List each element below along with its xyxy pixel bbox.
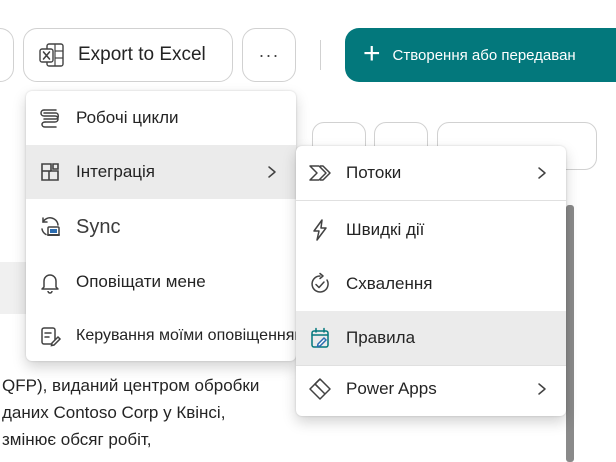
workflow-icon [37,105,63,131]
menu-item-label: Робочі цикли [76,108,179,127]
submenu-item-label: Схвалення [346,274,433,293]
manage-alerts-icon [37,323,63,349]
menu-item-label: Оповіщати мене [76,272,206,291]
submenu-item-approvals[interactable]: Схвалення [296,257,566,311]
chevron-right-icon [538,167,546,179]
integration-icon [37,159,63,185]
excel-icon [39,43,64,67]
submenu-item-power-apps[interactable]: Power Apps [296,362,566,416]
menu-item-label: Керування моїми оповіщеннями [76,327,315,344]
menu-item-integration[interactable]: Інтеграція [26,145,296,199]
more-options-menu: Робочі цикли Інтеграція Sync Оповіщати м… [26,91,314,363]
toolbar-divider [320,40,321,70]
menu-item-manage-alerts[interactable]: Керування моїми оповіщеннями [26,309,314,363]
create-button-label: Створення або передаван [392,46,576,64]
lightning-icon [307,217,333,243]
description-line: даних Contoso Corp у Квінсі, [2,403,226,422]
menu-item-label: Інтеграція [76,162,155,181]
more-options-icon: ··· [258,45,280,65]
description-line: QFP), виданий центром обробки [2,376,260,395]
export-to-excel-button[interactable]: Export to Excel [23,28,233,82]
submenu-item-quick-steps[interactable]: Швидкі дії [296,203,566,257]
plus-icon: + [363,36,381,70]
submenu-item-flows[interactable]: Потоки [296,146,566,200]
toolbar-partial-button[interactable] [0,28,14,82]
chevron-right-icon [268,166,276,178]
app-window: Export to Excel ··· + Створення або пере… [0,0,616,462]
submenu-item-label: Швидкі дії [346,220,425,239]
menu-item-label: Sync [76,215,121,238]
approvals-icon [307,271,333,297]
power-apps-icon [307,376,333,402]
menu-divider [296,200,566,201]
integration-submenu: Потоки Швидкі дії Схвалення Правила Powe… [296,146,566,416]
submenu-item-label: Потоки [346,163,402,182]
description-line: змінює обсяг робіт, [2,430,152,449]
submenu-item-rules[interactable]: Правила [296,311,566,365]
bell-icon [37,269,63,295]
chevron-right-icon [538,383,546,395]
submenu-item-label: Правила [346,328,416,347]
create-or-upload-button[interactable]: + Створення або передаван [345,28,616,82]
rules-icon [307,325,333,351]
item-description: QFP), виданий центром обробки даних Cont… [2,372,302,453]
menu-item-workflows[interactable]: Робочі цикли [26,91,296,145]
sync-icon [37,214,63,240]
power-automate-icon [307,160,333,186]
export-button-label: Export to Excel [78,44,206,65]
scrollbar[interactable] [566,205,574,462]
more-options-button[interactable]: ··· [242,28,296,82]
menu-item-alert-me[interactable]: Оповіщати мене [26,255,296,309]
menu-item-sync[interactable]: Sync [26,200,296,254]
submenu-item-label: Power Apps [346,379,437,398]
